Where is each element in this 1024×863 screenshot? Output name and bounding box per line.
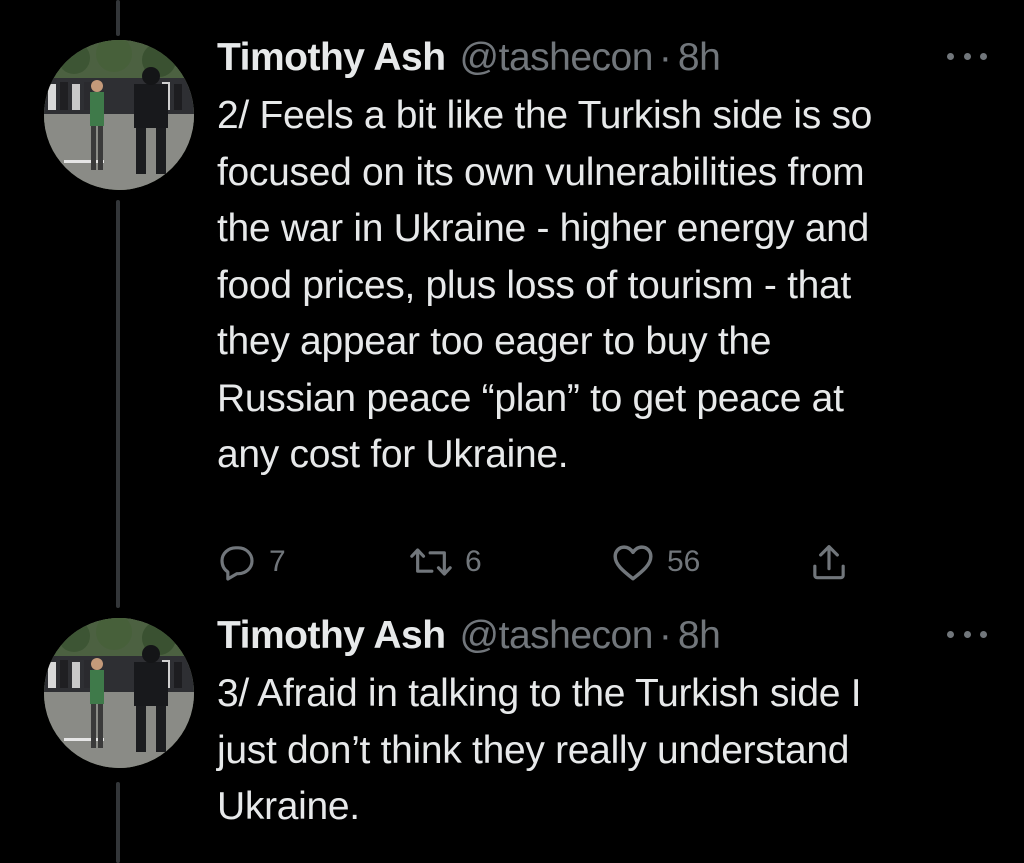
timestamp[interactable]: 8h	[678, 36, 721, 80]
more-icon[interactable]	[947, 46, 987, 66]
retweet-icon	[410, 548, 452, 576]
like-count: 56	[667, 545, 701, 578]
avatar-photo	[44, 618, 194, 768]
like-icon	[613, 545, 653, 581]
tweet[interactable]: Timothy Ash @tashecon · 8h 3/ Afraid in …	[217, 614, 987, 836]
like-button[interactable]: 56	[611, 539, 700, 585]
tweet-header: Timothy Ash @tashecon · 8h	[217, 614, 987, 662]
tweet-text: 2/ Feels a bit like the Turkish side is …	[217, 94, 873, 476]
share-button[interactable]	[809, 539, 849, 585]
thread-line-middle	[116, 200, 120, 608]
tweet-text: 3/ Afraid in talking to the Turkish side…	[217, 672, 862, 828]
author-handle[interactable]: @tashecon	[460, 614, 654, 658]
reply-icon	[220, 546, 254, 581]
timestamp[interactable]: 8h	[678, 614, 721, 658]
author-name[interactable]: Timothy Ash	[217, 614, 446, 658]
tweet[interactable]: Timothy Ash @tashecon · 8h 2/ Feels a bi…	[217, 36, 987, 581]
reply-button[interactable]: 7	[217, 539, 286, 585]
thread-line-bottom	[116, 782, 120, 863]
separator: ·	[658, 614, 672, 657]
retweet-count: 6	[465, 545, 482, 578]
share-icon	[813, 545, 845, 580]
avatar-photo	[44, 40, 194, 190]
reply-count: 7	[269, 545, 286, 578]
separator: ·	[658, 36, 672, 79]
tweet-header: Timothy Ash @tashecon · 8h	[217, 36, 987, 84]
avatar[interactable]	[44, 618, 194, 768]
avatar[interactable]	[44, 40, 194, 190]
more-icon[interactable]	[947, 624, 987, 644]
tweet-actions: 7 6 56	[217, 539, 877, 585]
retweet-button[interactable]: 6	[409, 539, 482, 585]
author-handle[interactable]: @tashecon	[460, 36, 654, 80]
author-name[interactable]: Timothy Ash	[217, 36, 446, 80]
thread-line-top	[116, 0, 120, 36]
